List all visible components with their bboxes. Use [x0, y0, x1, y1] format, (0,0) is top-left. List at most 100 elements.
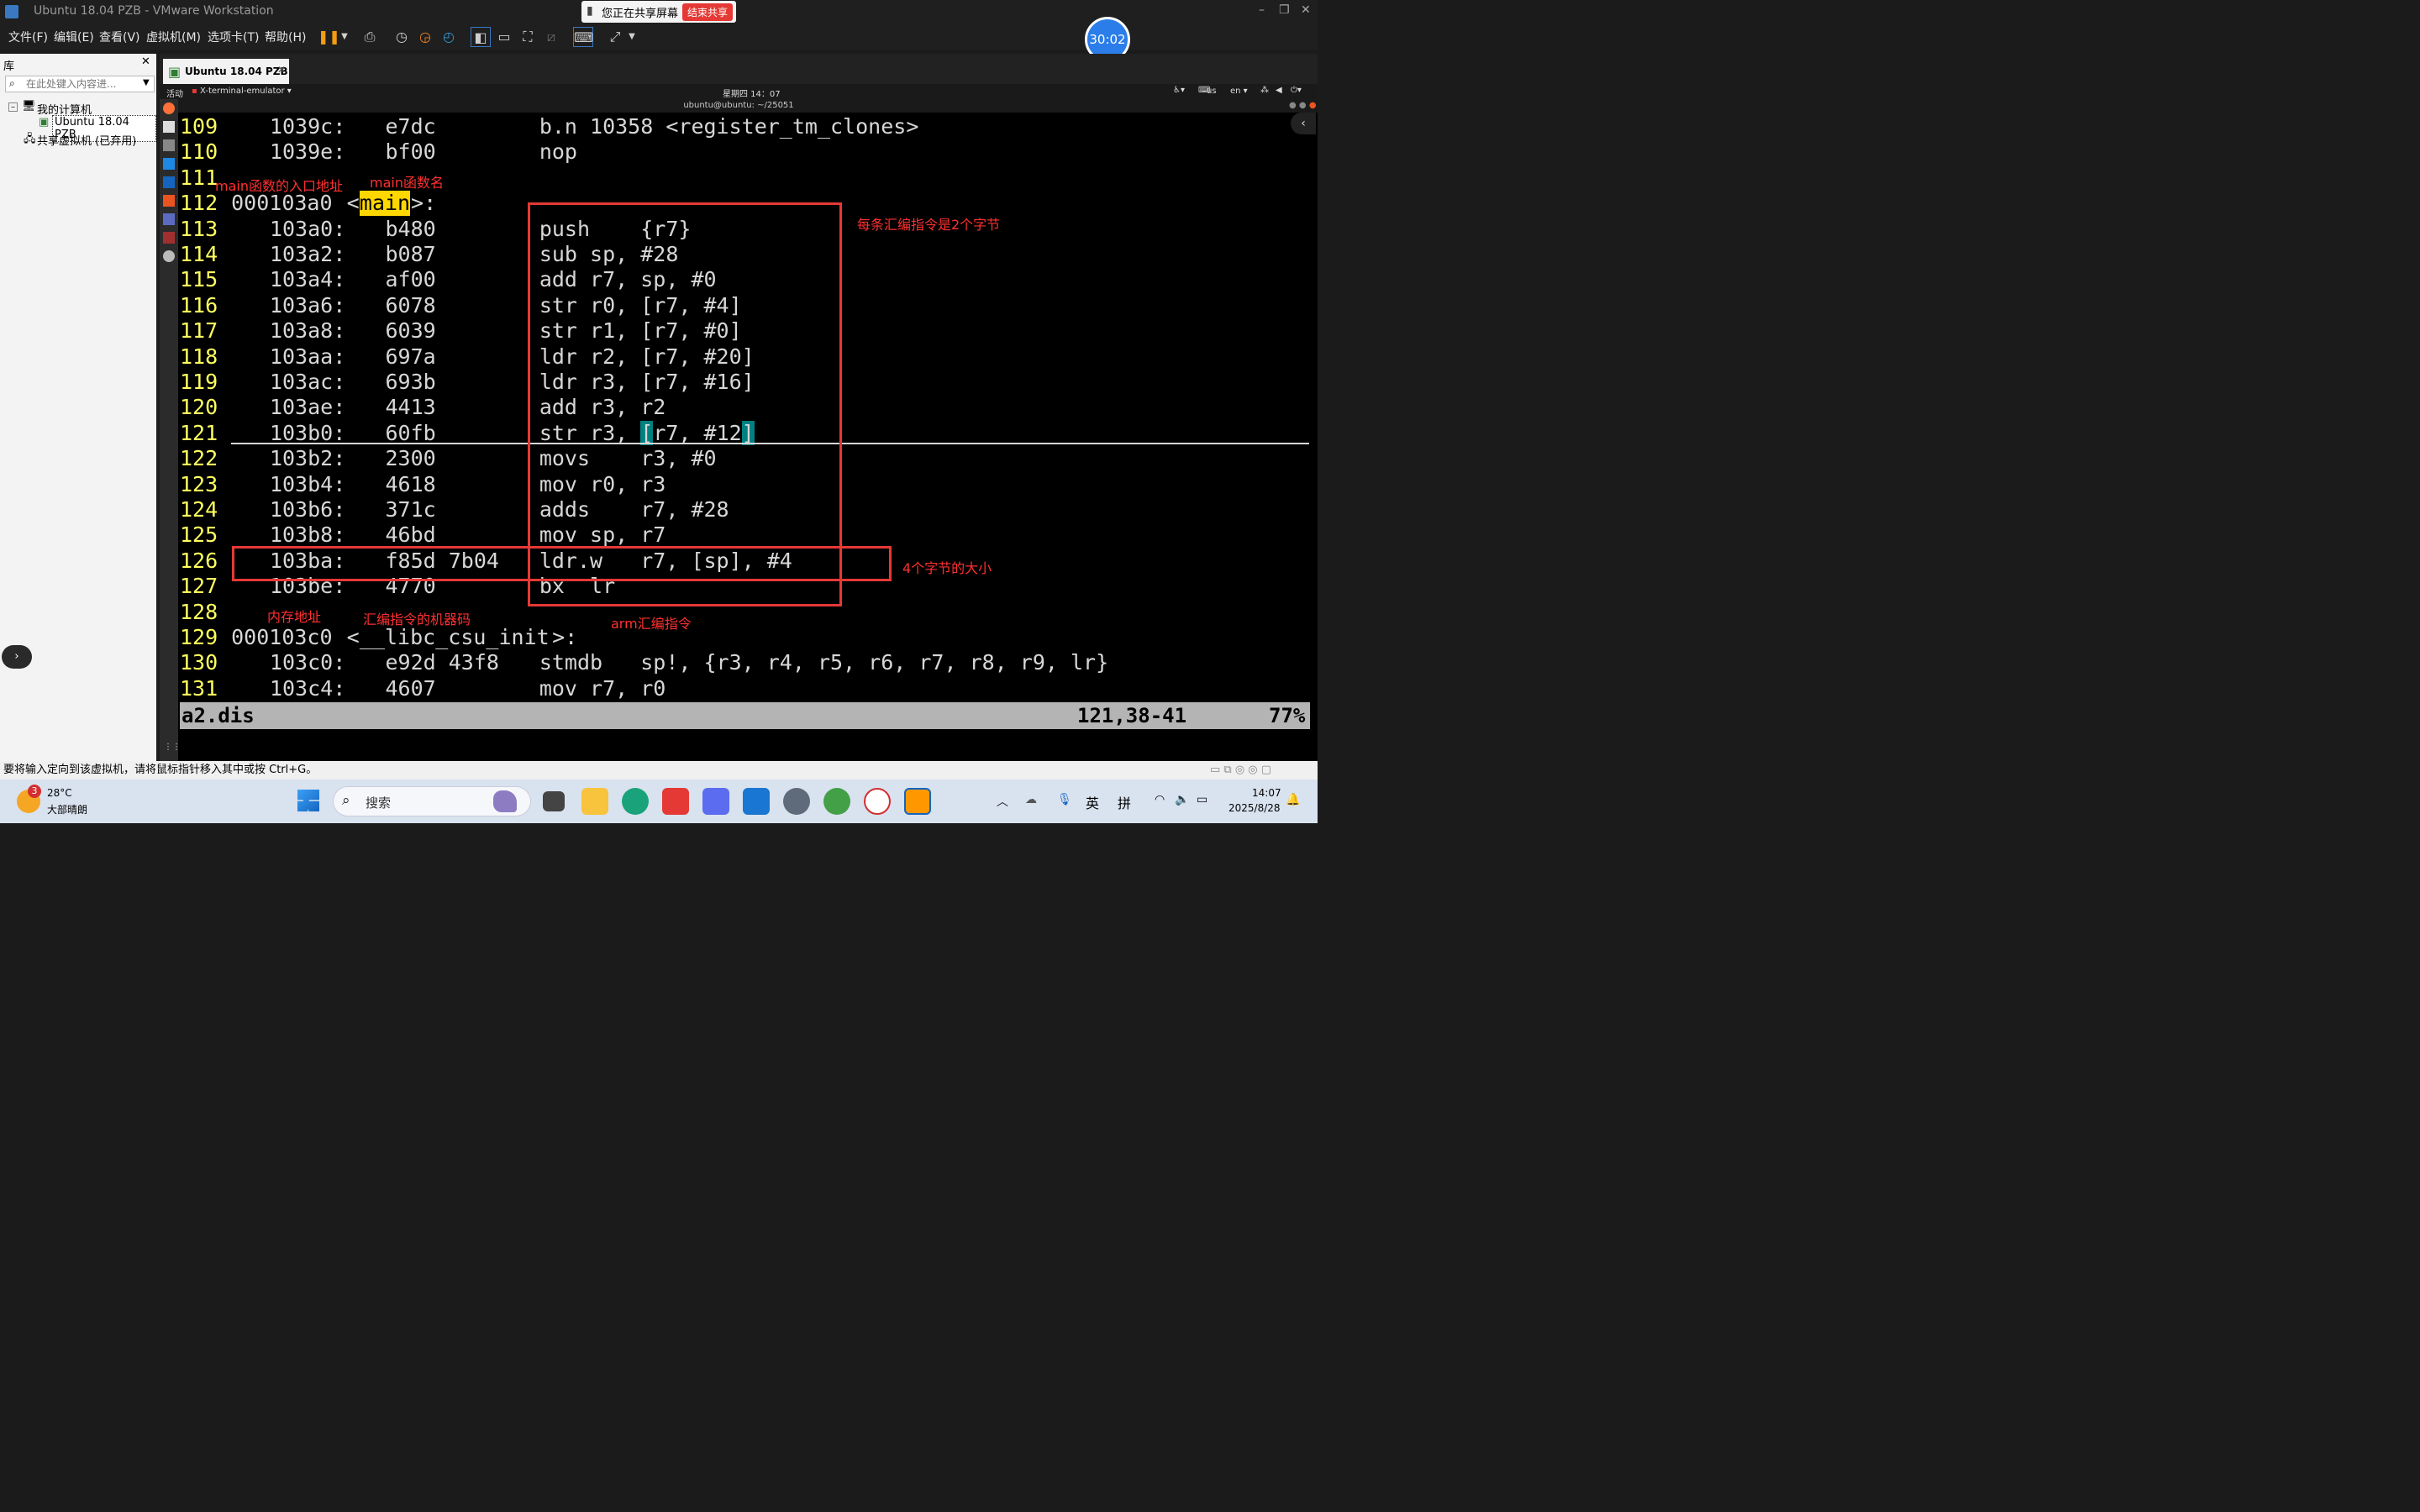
vmware-taskbar-icon[interactable]: [904, 788, 931, 815]
clock-time[interactable]: 14:07: [1252, 787, 1281, 799]
device-status-icons[interactable]: ▭ ⧉ ◎ ◎ ▢: [1210, 761, 1271, 780]
assembly-instruction: mov r7, r0: [539, 675, 666, 701]
dropdown-icon[interactable]: ▼: [334, 27, 355, 47]
tree-collapse-icon[interactable]: –: [8, 102, 18, 112]
machine-code: e7dc: [385, 114, 436, 139]
task-view-icon[interactable]: [543, 791, 565, 811]
settings-app-icon[interactable]: [163, 213, 175, 225]
snapshot-manager-icon[interactable]: ◴: [439, 27, 459, 47]
app-menu[interactable]: X-terminal-emulator ▾: [200, 87, 292, 96]
menu-tabs[interactable]: 选项卡(T): [208, 29, 259, 45]
network-icon[interactable]: ⁂: [1260, 86, 1269, 95]
menu-edit[interactable]: 编辑(E): [54, 29, 94, 45]
fullscreen-icon[interactable]: ⛶: [518, 27, 538, 47]
speaker-icon[interactable]: 🔈: [1175, 793, 1189, 806]
accessibility-icon[interactable]: ♿▾: [1173, 86, 1185, 95]
minimize-icon[interactable]: –: [1259, 3, 1265, 17]
machine-code: e92d 43f8: [385, 650, 499, 675]
menu-file[interactable]: 文件(F): [8, 29, 48, 45]
machine-code: 693b: [385, 370, 436, 394]
app-red-icon[interactable]: [864, 788, 891, 815]
instruction-address: 1039c:: [269, 114, 346, 139]
battery-icon[interactable]: ▭: [1197, 793, 1207, 806]
vm-tab-close-icon[interactable]: ✕: [277, 64, 286, 76]
ime-pinyin[interactable]: 拼: [1118, 792, 1131, 812]
wps-icon[interactable]: [662, 788, 689, 815]
weather-temp[interactable]: 28°C: [47, 787, 72, 799]
send-keys-icon[interactable]: ⎙: [360, 27, 380, 47]
machine-code: af00: [385, 267, 436, 292]
vscode-icon[interactable]: [163, 158, 175, 170]
weather-badge: 3: [28, 785, 41, 798]
label-address: 000103c0: [231, 625, 333, 649]
v2-icon[interactable]: [163, 176, 175, 188]
thumbnail-icon[interactable]: ▭: [494, 27, 514, 47]
taskbar-search-text: 搜索: [366, 795, 392, 811]
machine-code: 46bd: [385, 522, 436, 548]
network-tool-icon[interactable]: [823, 788, 850, 815]
volume-icon[interactable]: ◀: [1276, 86, 1282, 95]
stop-share-button[interactable]: 结束共享: [682, 3, 734, 21]
mic-icon[interactable]: 🎙: [1057, 793, 1072, 806]
vim-status-line: a2.dis 121,38-41 77%: [180, 702, 1310, 729]
library-search[interactable]: ⌕ ▼: [5, 76, 155, 92]
snapshot-icon[interactable]: ◷: [392, 27, 412, 47]
show-apps-icon[interactable]: ⋮⋮: [164, 743, 181, 752]
stretch-dropdown-icon[interactable]: ▼: [622, 27, 642, 47]
settings-icon[interactable]: [783, 788, 810, 815]
menu-vm[interactable]: 虚拟机(M): [146, 29, 201, 45]
unity-icon[interactable]: ⧄: [541, 27, 561, 47]
lang-indicator[interactable]: en ▾: [1230, 87, 1248, 96]
ime-english[interactable]: 英: [1086, 792, 1099, 812]
expand-sidebar-icon[interactable]: ›: [2, 645, 32, 669]
notification-icon[interactable]: 🔔: [1286, 793, 1300, 806]
dvd-icon[interactable]: [163, 250, 175, 262]
line-number: 130: [180, 650, 218, 675]
line-number: 121: [180, 420, 218, 445]
revert-snapshot-icon[interactable]: ◶: [415, 27, 435, 47]
show-library-icon[interactable]: ◧: [471, 27, 491, 47]
gnome-clock[interactable]: 星期四 14：07: [723, 87, 781, 99]
maximize-icon[interactable]: ❐: [1279, 3, 1290, 17]
line-number: 118: [180, 344, 218, 369]
search-dropdown-icon[interactable]: ▼: [143, 78, 150, 87]
tree-shared-vms[interactable]: 共享虚拟机 (已弃用): [37, 132, 136, 148]
library-title: 库: [3, 60, 15, 73]
close-window-icon[interactable]: ✕: [1301, 3, 1311, 17]
machine-code: 4413: [385, 395, 436, 420]
menu-help[interactable]: 帮助(H): [265, 29, 306, 45]
line-number: 119: [180, 370, 218, 394]
share-text: 您正在共享屏幕: [602, 8, 679, 20]
line-number: 125: [180, 522, 218, 548]
line-number: 109: [180, 114, 218, 139]
machine-code: b480: [385, 216, 436, 241]
shared-vm-icon: 🖧: [24, 133, 36, 145]
activities-button[interactable]: 活动: [166, 87, 183, 99]
editor-icon[interactable]: [163, 139, 175, 151]
power-icon[interactable]: ⏻▾: [1291, 86, 1302, 95]
file-explorer-icon[interactable]: [581, 788, 608, 815]
files-icon[interactable]: [163, 121, 175, 133]
console-icon[interactable]: ⌨: [573, 27, 593, 47]
notes-icon[interactable]: [702, 788, 729, 815]
menu-view[interactable]: 查看(V): [99, 29, 140, 45]
whiteboard-icon[interactable]: [743, 788, 770, 815]
code-line: 109 1039c: e7dc b.n 10358 <register_tm_clon…: [180, 114, 1310, 139]
instruction-address: 103c0:: [269, 650, 346, 675]
ime-indicator[interactable]: us: [1207, 87, 1217, 96]
close-library-icon[interactable]: ✕: [141, 55, 150, 68]
wifi-icon[interactable]: ◠: [1155, 793, 1165, 806]
line-number: 111: [180, 165, 218, 190]
clock-date[interactable]: 2025/8/28: [1228, 802, 1281, 814]
taskbar-search[interactable]: ⌕ 搜索: [333, 786, 531, 816]
onedrive-icon[interactable]: ☁: [1025, 793, 1037, 806]
vm-tab[interactable]: ▣ Ubuntu 18.04 PZB ✕: [163, 59, 289, 84]
library-search-input[interactable]: [26, 77, 137, 91]
weather-desc[interactable]: 大部晴朗: [47, 802, 87, 816]
software-icon[interactable]: [163, 195, 175, 207]
firefox-icon[interactable]: [163, 102, 175, 114]
edge-icon[interactable]: [622, 788, 649, 815]
tray-overflow-icon[interactable]: ︿: [997, 793, 1008, 810]
terminal-dock-icon[interactable]: [163, 232, 175, 244]
terminal-window-buttons[interactable]: ● ● ●: [1289, 99, 1317, 113]
